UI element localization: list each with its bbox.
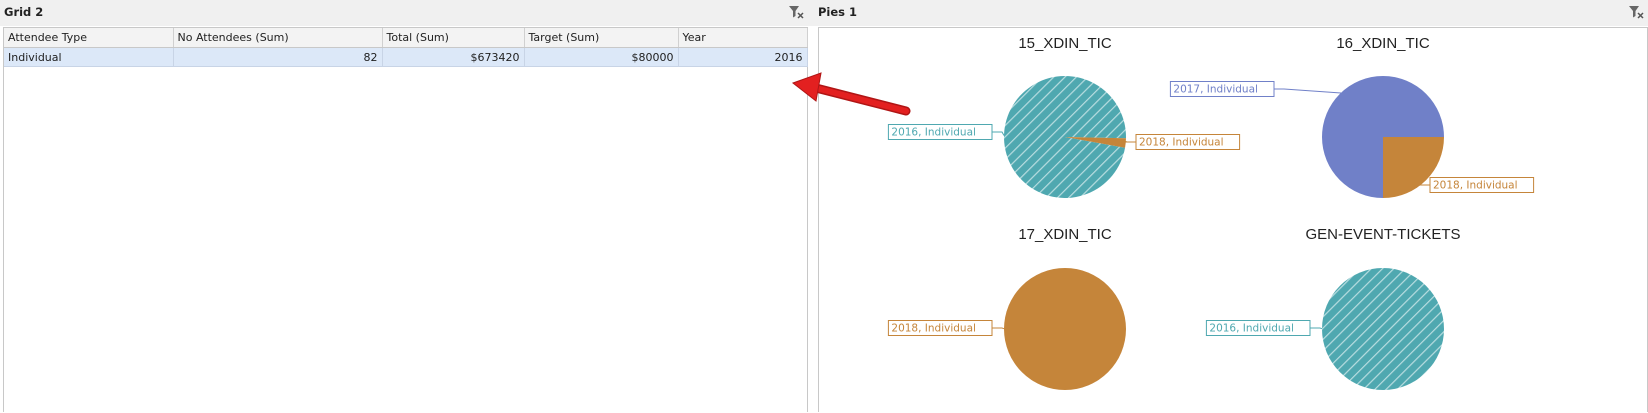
pie-label: 2016, Individual [1209, 323, 1294, 335]
grid-panel-title: Grid 2 [4, 5, 44, 19]
grid-table-container: Attendee Type No Attendees (Sum) Total (… [3, 27, 808, 412]
column-header-attendee-type[interactable]: Attendee Type [4, 28, 174, 48]
pie-chart: 17_XDIN_TIC 2018, Individual [887, 226, 1126, 390]
pies-panel-header: Pies 1 [808, 0, 1648, 26]
pie-chart: 15_XDIN_TIC 2016, Individual 2018, Individ… [887, 35, 1241, 199]
pie-label: 2018, Individual [1139, 137, 1224, 149]
pie-leader-line [1274, 88, 1342, 94]
pie-label: 2016, Individual [891, 127, 976, 139]
cell-no-attendees[interactable]: 82 [173, 47, 383, 67]
column-header-no-attendees[interactable]: No Attendees (Sum) [173, 28, 383, 48]
cell-year[interactable]: 2016 [678, 47, 808, 67]
grid-panel: Grid 2 Attendee Type No Attendees (Sum) … [0, 0, 808, 412]
pie-slice[interactable] [1322, 268, 1444, 390]
table-row[interactable]: Individual 82 $673420 $80000 2016 [4, 47, 808, 67]
grid-panel-header: Grid 2 [0, 0, 808, 26]
pie-slice[interactable] [1004, 268, 1126, 390]
cell-target[interactable]: $80000 [524, 47, 679, 67]
pie-title: 17_XDIN_TIC [1018, 226, 1112, 243]
pie-chart: GEN-EVENT-TICKETS 2016, Individual [1205, 226, 1461, 390]
pies-chart: 15_XDIN_TIC 2016, Individual 2018, Individ… [887, 35, 1535, 390]
column-header-total[interactable]: Total (Sum) [382, 28, 525, 48]
pie-title: 16_XDIN_TIC [1336, 35, 1430, 52]
column-header-year[interactable]: Year [678, 28, 808, 48]
pie-title: GEN-EVENT-TICKETS [1305, 226, 1460, 243]
filter-clear-icon[interactable] [788, 4, 804, 20]
pies-panel: Pies 1 15_XDIN_TIC 2016, Individual 2018, … [808, 0, 1648, 412]
pie-leader-line [992, 131, 1005, 136]
pie-leader-line [1125, 141, 1136, 143]
column-header-target[interactable]: Target (Sum) [524, 28, 679, 48]
pie-label: 2018, Individual [891, 323, 976, 335]
grid-header-row: Attendee Type No Attendees (Sum) Total (… [4, 28, 808, 48]
pie-label: 2017, Individual [1173, 84, 1258, 96]
data-grid: Attendee Type No Attendees (Sum) Total (… [4, 28, 808, 67]
pie-leader-line [992, 327, 1005, 330]
pies-chart-area: 15_XDIN_TIC 2016, Individual 2018, Individ… [818, 27, 1648, 412]
filter-clear-icon[interactable] [1628, 4, 1644, 20]
pie-title: 15_XDIN_TIC [1018, 35, 1112, 52]
cell-total[interactable]: $673420 [382, 47, 525, 67]
pie-leader-line [1310, 327, 1323, 330]
pie-label: 2018, Individual [1433, 180, 1518, 192]
pie-chart: 16_XDIN_TIC 2017, Individual 2018, Individ… [1169, 35, 1535, 198]
pies-panel-title: Pies 1 [818, 5, 858, 19]
cell-attendee-type[interactable]: Individual [4, 47, 174, 67]
pie-slice[interactable] [1004, 76, 1126, 199]
